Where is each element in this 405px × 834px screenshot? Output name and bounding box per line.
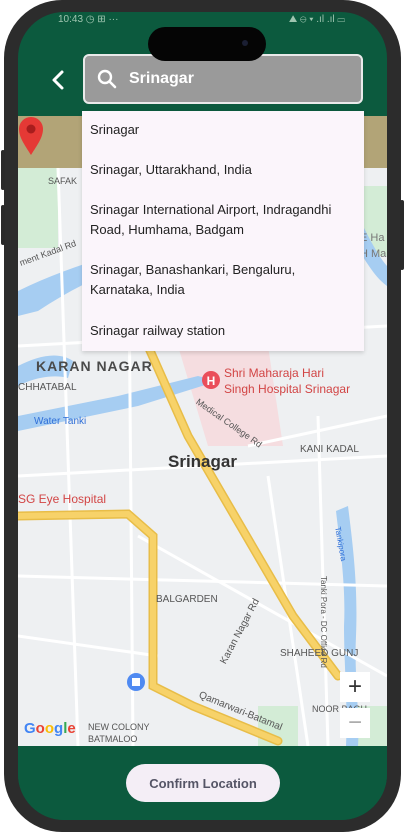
google-logo-letter: e bbox=[67, 720, 76, 737]
map-label-balgarden: BALGARDEN bbox=[156, 594, 218, 605]
suggestion-item[interactable]: Srinagar bbox=[82, 111, 364, 153]
search-field[interactable]: Srinagar bbox=[83, 54, 363, 104]
status-right: ⛰ ⊖ ▾ .ıl .ıl ▭ bbox=[288, 14, 345, 25]
map-label-chhatabal: CHHATABAL bbox=[18, 382, 77, 393]
search-icon bbox=[97, 69, 117, 89]
google-logo-letter: o bbox=[35, 720, 45, 737]
google-logo-letter: g bbox=[54, 720, 64, 737]
zoom-out-button[interactable]: − bbox=[340, 708, 370, 738]
search-input-value[interactable]: Srinagar bbox=[129, 70, 194, 88]
map-label-batmaloo: BATMALOO bbox=[88, 734, 138, 744]
svg-text:H: H bbox=[207, 374, 216, 388]
dynamic-island bbox=[148, 27, 266, 61]
suggestion-label: Srinagar bbox=[90, 122, 140, 137]
screen: 10:43 ◷ ⊞ ··· ⛰ ⊖ ▾ .ıl .ıl ▭ Srinagar H… bbox=[18, 12, 387, 820]
suggestion-label: Srinagar railway station bbox=[90, 323, 226, 338]
suggestions-dropdown: Srinagar Srinagar, Uttarakhand, India Sr… bbox=[82, 111, 364, 351]
google-logo-letter: o bbox=[44, 720, 55, 737]
map-label-city: Srinagar bbox=[168, 452, 237, 471]
volume-button bbox=[1, 150, 5, 190]
suggestion-label: Srinagar, Uttarakhand, India bbox=[90, 162, 252, 177]
volume-button bbox=[1, 205, 5, 245]
map-label-shaheed-gunj: SHAHEED GUNJ bbox=[280, 648, 359, 659]
bottom-bar: Confirm Location bbox=[18, 746, 387, 820]
map-label-hospital-line1: Shri Maharaja Hari bbox=[224, 366, 325, 380]
map-label-hospital-line2: Singh Hospital Srinagar bbox=[224, 382, 351, 396]
location-pin-icon[interactable] bbox=[18, 116, 44, 156]
back-button[interactable] bbox=[46, 67, 72, 93]
suggestion-item[interactable]: Srinagar, Uttarakhand, India bbox=[82, 153, 364, 195]
google-logo: Google bbox=[24, 720, 76, 737]
status-left: 10:43 ◷ ⊞ ··· bbox=[58, 14, 119, 25]
google-logo-letter: G bbox=[24, 720, 36, 737]
map-label-safak: SAFAK bbox=[48, 176, 78, 186]
phone-frame: 10:43 ◷ ⊞ ··· ⛰ ⊖ ▾ .ıl .ıl ▭ Srinagar H… bbox=[1, 0, 404, 832]
map-label-eye-hospital: SG Eye Hospital bbox=[18, 492, 107, 506]
chevron-left-icon bbox=[52, 70, 64, 90]
map-label-new-colony: NEW COLONY bbox=[88, 722, 150, 732]
map-label-karan-nagar: KARAN NAGAR bbox=[36, 358, 153, 374]
power-button bbox=[400, 200, 404, 270]
suggestion-label: Srinagar International Airport, Indragan… bbox=[90, 202, 332, 237]
map-label-kani-kadal: KANI KADAL bbox=[300, 444, 359, 455]
confirm-location-button[interactable]: Confirm Location bbox=[126, 764, 280, 802]
suggestion-item[interactable]: Srinagar International Airport, Indragan… bbox=[82, 195, 364, 253]
map-label-water-tank: Water Tanki bbox=[34, 416, 87, 427]
suggestion-item[interactable]: Srinagar, Banashankari, Bengaluru, Karna… bbox=[82, 253, 364, 313]
zoom-in-button[interactable]: + bbox=[340, 672, 370, 702]
suggestion-item[interactable]: Srinagar railway station bbox=[82, 313, 364, 351]
suggestion-label: Srinagar, Banashankari, Bengaluru, Karna… bbox=[90, 262, 296, 297]
camera-dot bbox=[242, 40, 248, 46]
